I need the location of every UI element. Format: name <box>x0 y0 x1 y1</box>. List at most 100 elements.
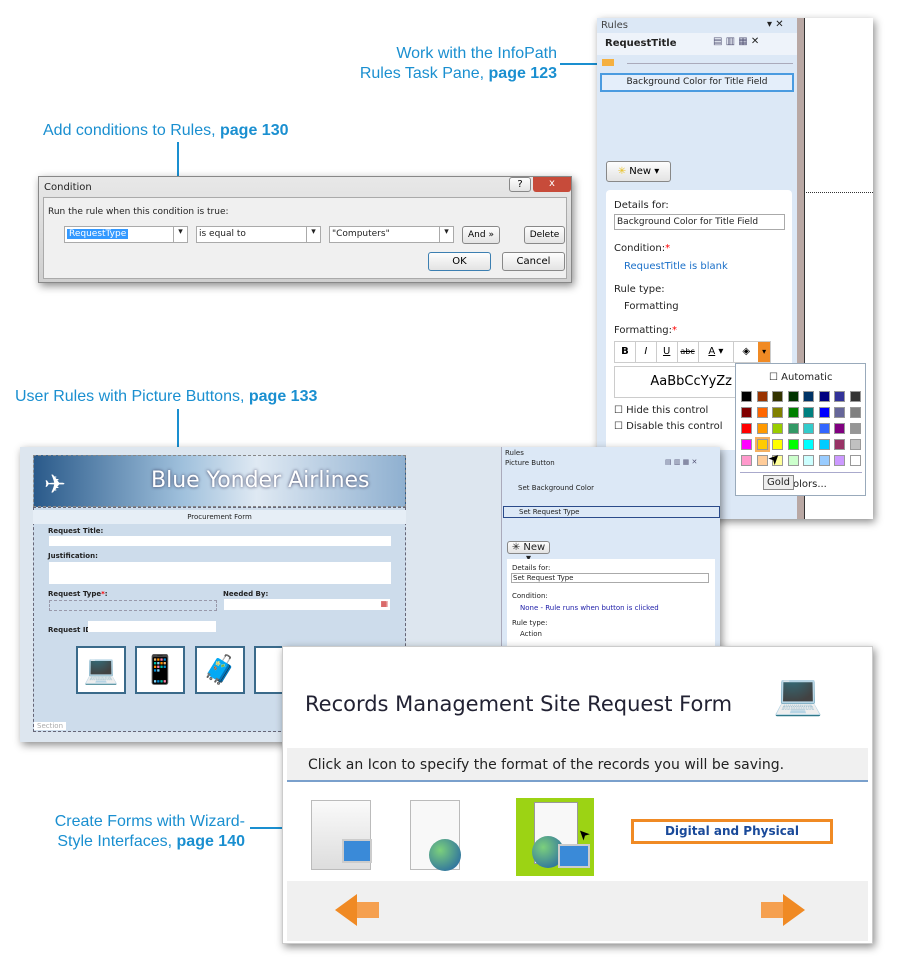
callout-page[interactable]: page 133 <box>249 388 317 405</box>
condition-link[interactable]: RequestTitle is blank <box>624 261 728 272</box>
callout-connector <box>177 409 179 451</box>
color-swatch[interactable] <box>787 391 799 402</box>
section-label: Section <box>34 722 67 730</box>
rule-item-selected[interactable]: Set Request Type <box>503 506 720 518</box>
web-records-icon[interactable] <box>410 800 461 871</box>
color-swatch[interactable] <box>741 455 752 466</box>
operator-select[interactable]: is equal to ▾ <box>196 226 321 243</box>
delete-button[interactable]: Delete <box>524 226 565 244</box>
color-swatch[interactable] <box>803 391 814 402</box>
color-swatch[interactable] <box>741 391 752 402</box>
color-swatch[interactable] <box>849 439 861 450</box>
new-button[interactable]: ✳ New ▾ <box>507 541 550 564</box>
luggage-picture-button[interactable]: 🧳 <box>195 646 245 694</box>
color-swatch[interactable] <box>787 455 799 466</box>
hide-checkbox[interactable]: ☐ Hide this control <box>614 405 708 416</box>
color-swatch[interactable] <box>803 455 814 466</box>
field-select[interactable]: RequestType ▾ <box>64 226 188 243</box>
color-swatch[interactable] <box>756 407 768 418</box>
rule-item[interactable]: Set Background Color <box>518 484 594 492</box>
color-swatch[interactable] <box>849 407 861 418</box>
color-swatch[interactable] <box>787 407 799 418</box>
calendar-icon[interactable]: ▦ <box>380 599 388 608</box>
pane-close-icon[interactable]: ▾ ✕ <box>767 19 784 30</box>
fill-color-icon[interactable]: ◈ <box>734 342 758 362</box>
needed-by-input[interactable]: ▦ <box>224 599 390 610</box>
callout-page[interactable]: page 123 <box>489 65 557 82</box>
and-button[interactable]: And » <box>462 226 500 244</box>
color-swatch[interactable] <box>741 407 752 418</box>
ok-button[interactable]: OK <box>428 252 491 271</box>
color-swatch[interactable] <box>818 407 830 418</box>
callout-page[interactable]: page 140 <box>177 833 245 850</box>
back-arrow-button[interactable] <box>335 894 357 926</box>
new-button[interactable]: ✳ New ▾ <box>606 161 671 182</box>
picture-button-rules-pane: Rules Picture Button ▤ ▥ ▦ ✕ Set Backgro… <box>501 447 720 647</box>
color-swatch[interactable] <box>834 391 845 402</box>
color-swatch[interactable] <box>849 455 861 466</box>
color-swatch[interactable] <box>834 439 845 450</box>
color-swatch[interactable] <box>834 455 845 466</box>
laptop-picture-button[interactable]: 💻 <box>76 646 126 694</box>
control-name: Picture Button <box>505 459 555 467</box>
request-title-label: Request Title: <box>48 527 104 535</box>
help-button[interactable]: ? <box>509 177 531 192</box>
copy-paste-icons[interactable]: ▤ ▥ ▦ ✕ <box>713 36 759 47</box>
callout-page[interactable]: page 130 <box>220 122 288 139</box>
rule-item[interactable]: Background Color for Title Field <box>600 73 794 92</box>
color-swatch[interactable] <box>803 423 814 434</box>
condition-label: Condition:* <box>614 243 671 254</box>
bold-button[interactable]: B <box>615 342 636 362</box>
color-swatch[interactable] <box>834 407 845 418</box>
color-swatch[interactable] <box>818 423 830 434</box>
color-swatch[interactable] <box>772 423 783 434</box>
color-swatch[interactable] <box>787 439 799 450</box>
color-swatch[interactable] <box>834 423 845 434</box>
condition-link[interactable]: None - Rule runs when button is clicked <box>520 604 659 612</box>
close-button[interactable]: x <box>533 177 571 192</box>
form-title: Records Management Site Request Form <box>305 692 733 716</box>
color-swatch[interactable] <box>741 439 752 450</box>
color-swatch[interactable] <box>818 455 830 466</box>
next-arrow-button[interactable] <box>783 894 805 926</box>
disable-checkbox[interactable]: ☐ Disable this control <box>614 421 723 432</box>
phone-picture-button[interactable]: 📱 <box>135 646 185 694</box>
fill-color-dropdown[interactable]: ▾ <box>758 342 771 362</box>
digital-and-physical-option[interactable]: Digital and Physical <box>631 819 833 844</box>
details-input[interactable]: Background Color for Title Field <box>614 214 785 230</box>
value-select[interactable]: "Computers" ▾ <box>329 226 454 243</box>
digital-physical-icon[interactable]: ➤ <box>516 798 594 876</box>
color-swatch[interactable] <box>818 391 830 402</box>
color-swatch[interactable] <box>756 423 768 434</box>
color-swatch[interactable] <box>741 423 752 434</box>
color-swatch[interactable] <box>849 423 861 434</box>
automatic-option[interactable]: ☐ Automatic <box>769 372 832 383</box>
cancel-button[interactable]: Cancel <box>502 252 565 271</box>
condition-dialog: Condition ? x Run the rule when this con… <box>38 176 572 283</box>
color-swatch[interactable] <box>772 407 783 418</box>
color-swatch[interactable] <box>754 437 770 452</box>
justification-input[interactable] <box>49 562 391 584</box>
request-type-field[interactable] <box>49 600 217 611</box>
color-swatch[interactable] <box>787 423 799 434</box>
font-color-button[interactable]: A ▾ <box>699 342 735 362</box>
request-id-input[interactable] <box>88 621 216 632</box>
request-title-input[interactable] <box>49 536 391 546</box>
color-swatch[interactable] <box>803 407 814 418</box>
italic-button[interactable]: I <box>636 342 657 362</box>
digital-records-icon[interactable] <box>311 800 372 870</box>
rule-icon <box>602 59 614 66</box>
justification-label: Justification: <box>48 552 98 560</box>
color-swatch[interactable] <box>772 391 783 402</box>
format-preview: AaBbCcYyZz <box>614 366 739 398</box>
copy-paste-icons[interactable]: ▤ ▥ ▦ ✕ <box>665 458 697 466</box>
details-input[interactable]: Set Request Type <box>511 573 709 583</box>
underline-button[interactable]: U <box>657 342 678 362</box>
strikethrough-button[interactable]: abc <box>678 342 699 362</box>
color-swatch[interactable] <box>818 439 830 450</box>
color-swatch[interactable] <box>849 391 861 402</box>
color-swatch[interactable] <box>803 439 814 450</box>
needed-by-label: Needed By: <box>223 590 269 598</box>
color-swatch[interactable] <box>756 391 768 402</box>
callout-line1: Create Forms with Wizard- <box>54 813 245 830</box>
